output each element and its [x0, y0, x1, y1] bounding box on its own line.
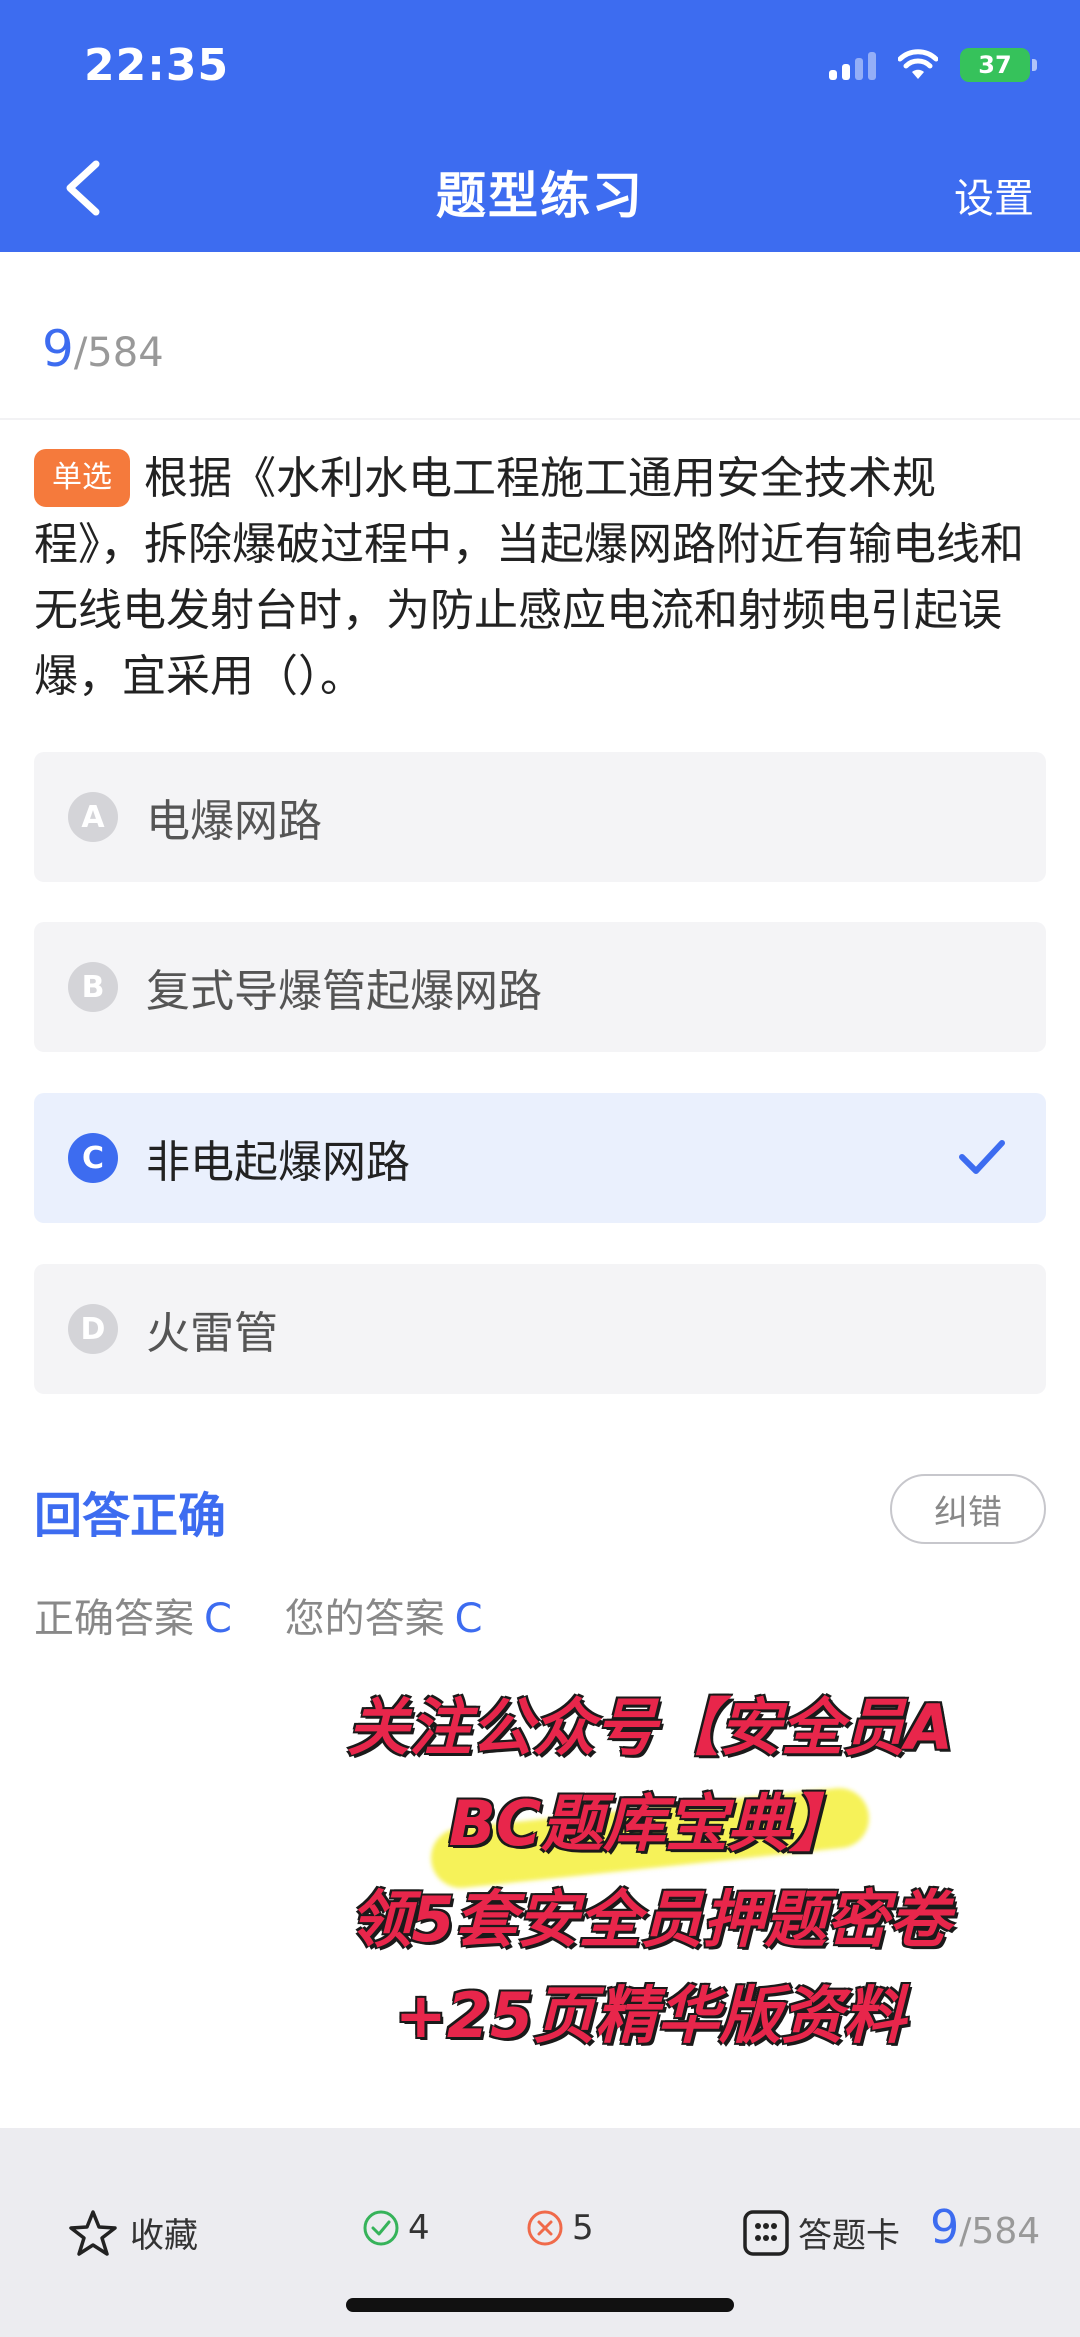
wrong-count-value: 5: [572, 2208, 594, 2248]
correct-answer-value: C: [204, 1596, 232, 1642]
option-letter: D: [68, 1304, 118, 1354]
option-letter: A: [68, 792, 118, 842]
promo-line: +25页精华版资料: [394, 1979, 906, 2052]
option-text: 复式导爆管起爆网路: [146, 966, 542, 1017]
favorite-button[interactable]: 收藏: [68, 2208, 198, 2257]
settings-button[interactable]: 设置: [954, 166, 1034, 224]
top-bar: 22:35 37 题型练习 设置: [0, 0, 1080, 252]
question-type-badge: 单选: [34, 449, 130, 507]
answer-card-button[interactable]: 答题卡: [742, 2208, 900, 2257]
correct-count[interactable]: 4: [362, 2208, 430, 2248]
correct-answer-label: 正确答案: [34, 1596, 194, 1642]
home-indicator: [346, 2298, 734, 2312]
answer-card-label: 答题卡: [798, 2216, 900, 2256]
option-letter: C: [68, 1133, 118, 1183]
battery-icon: 37: [960, 48, 1037, 82]
divider: [0, 418, 1080, 420]
cellular-signal-icon: [829, 50, 876, 80]
option-text: 火雷管: [146, 1308, 278, 1359]
option-d[interactable]: D 火雷管: [34, 1264, 1046, 1394]
status-icons: 37: [829, 48, 1037, 82]
bottom-total: /584: [959, 2211, 1041, 2252]
favorite-label: 收藏: [130, 2216, 198, 2256]
total-questions: /584: [73, 330, 164, 376]
question-text-block: 单选 根据《水利水电工程施工通用安全技术规程》，拆除爆破过程中，当起爆网路附近有输…: [34, 446, 1044, 710]
your-answer-value: C: [454, 1596, 483, 1642]
answer-summary: 正确答案 C 您的答案 C: [34, 1586, 523, 1644]
promo-line: 关注公众号【安全员A: [347, 1691, 953, 1764]
status-time: 22:35: [84, 40, 230, 91]
option-c[interactable]: C 非电起爆网路: [34, 1093, 1046, 1223]
answer-result-title: 回答正确: [34, 1488, 227, 1544]
promo-overlay: 关注公众号【安全员A BC题库宝典】 领5套安全员押题密卷 +25页精华版资料: [290, 1680, 1010, 2064]
grid-icon: [743, 2209, 789, 2256]
option-text: 电爆网路: [146, 796, 322, 847]
page-title: 题型练习: [436, 167, 644, 225]
current-question-number: 9: [42, 320, 74, 378]
option-letter: B: [68, 962, 118, 1012]
bottom-current-number: 9: [930, 2200, 960, 2254]
bottom-counter: 9/584: [930, 2200, 1040, 2254]
option-b[interactable]: B 复式导爆管起爆网路: [34, 922, 1046, 1052]
report-error-button[interactable]: 纠错: [890, 1474, 1046, 1544]
option-text: 非电起爆网路: [146, 1137, 410, 1188]
check-icon: [959, 1140, 1005, 1174]
check-circle-icon: [363, 2210, 399, 2246]
question-counter: 9/584: [42, 320, 164, 378]
star-icon: [69, 2209, 117, 2256]
wifi-icon: [898, 49, 938, 79]
promo-line: BC题库宝典】: [448, 1787, 852, 1860]
promo-line: 领5套安全员押题密卷: [349, 1883, 951, 1956]
question-text: 根据《水利水电工程施工通用安全技术规程》，拆除爆破过程中，当起爆网路附近有输电线…: [34, 453, 1024, 702]
option-a[interactable]: A 电爆网路: [34, 752, 1046, 882]
your-answer-label: 您的答案: [284, 1596, 445, 1642]
x-circle-icon: [527, 2210, 563, 2246]
correct-count-value: 4: [408, 2208, 430, 2248]
wrong-count[interactable]: 5: [526, 2208, 594, 2248]
